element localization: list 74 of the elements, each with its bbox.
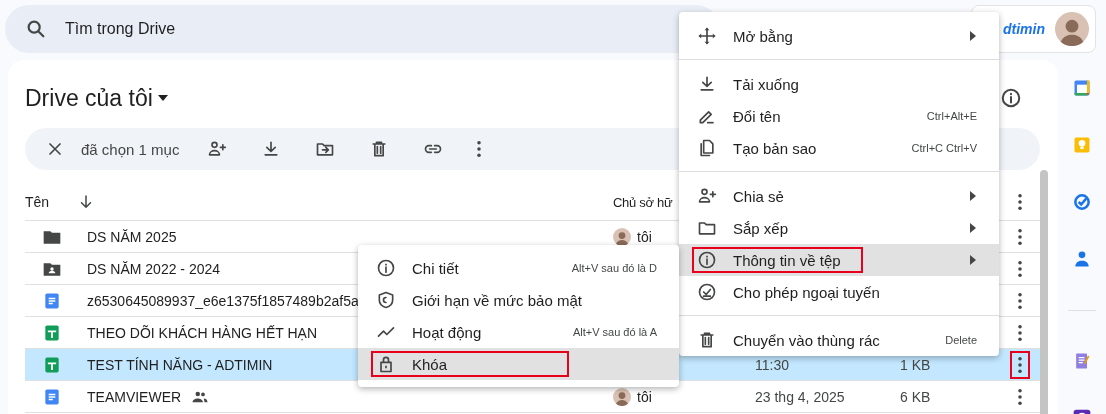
menu-item[interactable]: Hoạt động Alt+V sau đó là A [358, 316, 679, 348]
file-size: 1 KB [900, 356, 931, 373]
more-icon [1017, 388, 1022, 405]
lightbulb-icon [1072, 135, 1092, 155]
modified-date: 11:30 [755, 356, 789, 373]
person-add-icon [697, 186, 717, 206]
download-icon [697, 74, 717, 94]
file-name: TEST TÍNH NĂNG - ADTIMIN [87, 356, 273, 373]
owner-name: tôi [637, 228, 652, 245]
move-arrows-icon [697, 26, 717, 46]
menu-item[interactable]: Khóa [358, 348, 679, 380]
menu-item[interactable]: Chi tiết Alt+V sau đó là D [358, 252, 679, 284]
menu-label: Tải xuống [733, 75, 799, 93]
file-name: THEO DÕI KHÁCH HÀNG HẾT HẠN [87, 324, 317, 341]
file-name: z6530645089937_e6e1375f1857489b2af5a [87, 292, 359, 309]
info-icon [376, 258, 396, 278]
shortcut-text: Delete [945, 334, 977, 346]
file-name: DS NĂM 2022 - 2024 [87, 260, 221, 277]
menu-label: Cho phép ngoại tuyến [733, 283, 880, 301]
person-icon [1072, 249, 1092, 269]
menu-item[interactable]: Giới hạn về mức bảo mật [358, 284, 679, 316]
selection-count: đã chọn 1 mục [81, 140, 180, 158]
menu-item[interactable]: Tạo bản sao Ctrl+C Ctrl+V [679, 132, 999, 164]
owner-avatar [613, 387, 631, 406]
column-header[interactable]: Chủ sở hữ [613, 194, 673, 210]
menu-label: Thông tin về tệp [733, 251, 841, 269]
shield-icon [376, 290, 396, 310]
menu-label: Chi tiết [412, 259, 459, 277]
info-icon [697, 250, 717, 270]
menu-label: Chuyển vào thùng rác [733, 331, 880, 349]
menu-label: Tạo bản sao [733, 139, 817, 157]
menu-label: Sắp xếp [733, 219, 789, 237]
menu-label: Chia sẻ [733, 187, 784, 205]
more-icon [477, 141, 482, 157]
info-button[interactable] [1000, 87, 1022, 109]
more-icon [1017, 292, 1022, 309]
column-header[interactable]: Tên [25, 194, 50, 210]
more-icon [1017, 228, 1022, 245]
caret-icon[interactable] [156, 94, 169, 102]
menu-item[interactable]: Thông tin về tệp [679, 244, 999, 276]
menu-item[interactable]: Đổi tên Ctrl+Alt+E [679, 100, 999, 132]
more-icon [1017, 356, 1022, 373]
calendar-icon [1072, 78, 1092, 98]
shortcut-text: Ctrl+Alt+E [926, 110, 977, 122]
menu-label: Mở bằng [733, 27, 793, 45]
search-icon [25, 18, 47, 40]
file-size: 6 KB [900, 388, 931, 405]
owner-name: tôi [637, 388, 652, 405]
menu-item[interactable]: Tải xuống [679, 68, 999, 100]
menu-label: Giới hạn về mức bảo mật [412, 291, 582, 309]
shortcut-text: Alt+V sau đó là A [572, 326, 657, 338]
owner-avatar [613, 227, 631, 246]
menu-label: Khóa [412, 355, 448, 373]
more-icon [1017, 194, 1022, 210]
logo-text: dtimin [1003, 21, 1045, 37]
file-name: DS NĂM 2025 [87, 228, 177, 245]
page-title: Drive của tôi [25, 84, 153, 112]
task-check-icon [1072, 192, 1092, 212]
more-icon [1017, 324, 1022, 341]
menu-item[interactable]: Chia sẻ [679, 180, 999, 212]
menu-label: Hoạt động [412, 323, 482, 341]
avatar [1055, 12, 1089, 46]
shortcut-text: Ctrl+C Ctrl+V [911, 142, 977, 154]
more-button[interactable] [1009, 350, 1030, 379]
person-add-icon [207, 139, 228, 159]
menu-label: Đổi tên [733, 107, 781, 125]
copy-icon [697, 138, 717, 158]
info-icon [1000, 87, 1022, 109]
scrollbar[interactable] [1040, 170, 1048, 414]
modified-date: 23 thg 4, 2025 [755, 388, 845, 405]
file-name: TEAMVIEWER [87, 388, 182, 405]
menu-item[interactable]: Cho phép ngoại tuyến [679, 276, 999, 308]
shortcut-text: Alt+V sau đó là D [571, 262, 657, 274]
more-icon [1017, 260, 1022, 277]
